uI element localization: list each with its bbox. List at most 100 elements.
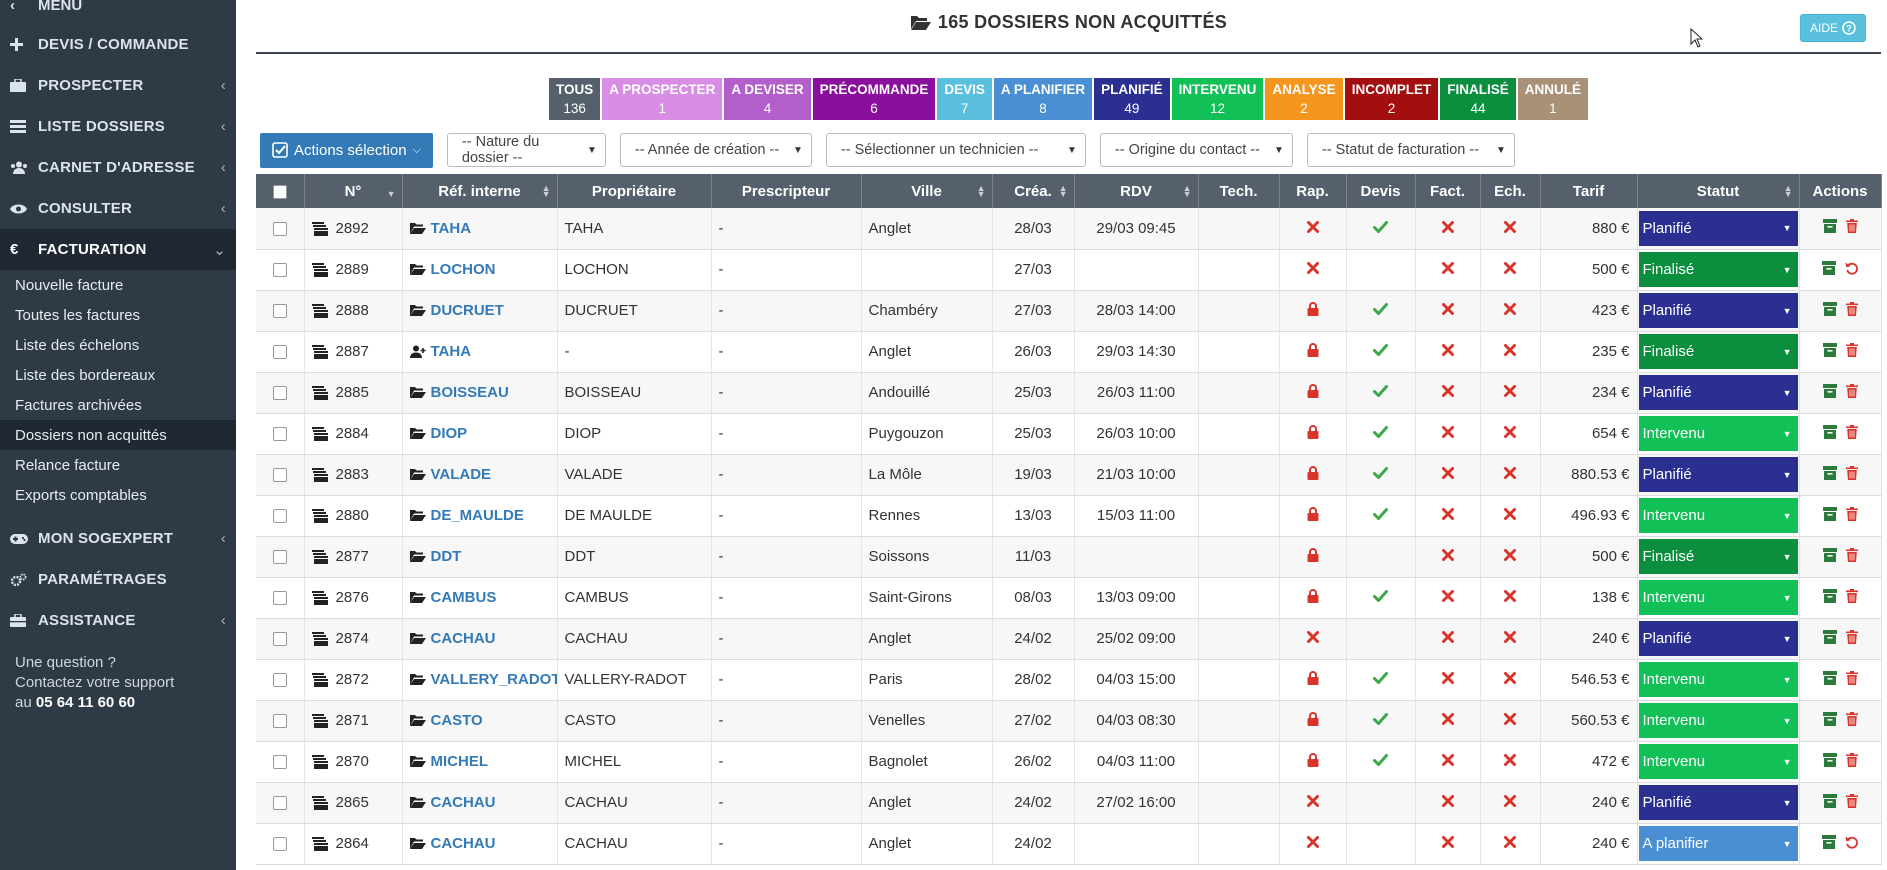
fact-cell[interactable] [1415,495,1481,537]
row-checkbox[interactable] [272,591,287,606]
undo-button[interactable] [1845,261,1859,279]
filter-tab-annule[interactable]: ANNULÉ 1 [1517,78,1588,120]
delete-button[interactable] [1845,547,1858,566]
ref-cell[interactable]: CAMBUS [402,577,558,619]
devis-cell[interactable] [1346,741,1416,783]
row-checkbox[interactable] [272,263,287,278]
filter-tab-a-prospecter[interactable]: A PROSPECTER 1 [602,78,723,120]
status-select[interactable]: Intervenu ▼ [1638,498,1798,533]
column-header-rdv[interactable]: RDV ▲ ▼ [1074,174,1199,208]
ech-cell[interactable] [1480,331,1541,373]
table-row[interactable]: 2865 CACHAU CACHAU - Anglet 24/02 27/02 16:00 2… [256,782,1882,824]
row-checkbox[interactable] [272,386,287,401]
delete-button[interactable] [1845,506,1858,525]
table-row[interactable]: 2885 BOISSEAU BOISSEAU - Andouillé 25/03 26/03… [256,372,1882,414]
filter-tab-finalise[interactable]: FINALISÉ 44 [1440,78,1516,120]
filter-tab-a-deviser[interactable]: A DEVISER 4 [724,78,811,120]
archive-button[interactable] [1822,793,1837,812]
ref-cell[interactable]: DE_MAULDE [402,495,558,537]
archive-button[interactable] [1821,834,1836,853]
aide-button[interactable]: AIDE ? [1799,14,1866,42]
rap-cell[interactable] [1279,249,1347,291]
archive-button[interactable] [1822,383,1837,402]
ech-cell[interactable] [1480,536,1541,578]
table-row[interactable]: 2872 VALLERY_RADOT VALLERY-RADOT - Paris 28/0… [256,659,1882,701]
devis-cell[interactable] [1346,413,1416,455]
status-select[interactable]: Intervenu ▼ [1638,662,1798,697]
status-select[interactable]: Intervenu ▼ [1638,703,1798,738]
ref-link[interactable]: DUCRUET [431,302,504,319]
sidebar-item-assistance[interactable]: ASSISTANCE ‹ [0,600,236,641]
rap-cell[interactable] [1279,372,1347,414]
column-header-n[interactable]: N° ▼ [304,174,403,208]
table-row[interactable]: 2883 VALADE VALADE - La Môle 19/03 21/03 10:00… [256,454,1882,496]
status-select[interactable]: Planifié ▼ [1638,785,1798,820]
archive-button[interactable] [1822,629,1837,648]
column-header-ref-interne[interactable]: Réf. interne ▲ ▼ [402,174,558,208]
delete-button[interactable] [1845,793,1858,812]
column-header-devis[interactable]: Devis [1346,174,1416,208]
fact-cell[interactable] [1415,782,1481,824]
ref-cell[interactable]: TAHA [402,208,558,250]
table-row[interactable]: 2888 DUCRUET DUCRUET - Chambéry 27/03 28/03 14… [256,290,1882,332]
fact-cell[interactable] [1415,454,1481,496]
archive-button[interactable] [1822,219,1837,237]
devis-cell[interactable] [1346,700,1416,742]
ech-cell[interactable] [1480,659,1541,701]
status-select[interactable]: Planifié ▼ [1638,293,1798,328]
submenu-item-toutes-les-factures[interactable]: Toutes les factures [0,300,236,330]
status-select[interactable]: Finalisé ▼ [1638,334,1798,369]
column-header-proprietaire[interactable]: Propriétaire [557,174,712,208]
ref-link[interactable]: DE_MAULDE [431,507,524,524]
fact-cell[interactable] [1415,741,1481,783]
status-select[interactable]: Intervenu ▼ [1638,744,1798,779]
sidebar-item-consulter[interactable]: CONSULTER ‹ [0,188,236,229]
sidebar-item-parametrages[interactable]: PARAMÉTRAGES [0,559,236,600]
rap-cell[interactable] [1279,659,1347,701]
ref-cell[interactable]: CASTO [402,700,558,742]
ref-link[interactable]: TAHA [431,220,472,237]
status-select[interactable]: Planifié ▼ [1638,457,1798,492]
column-header-prescripteur[interactable]: Prescripteur [711,174,862,208]
status-select[interactable]: Planifié ▼ [1638,210,1798,246]
fact-cell[interactable] [1415,331,1481,373]
ref-cell[interactable]: VALADE [402,454,558,496]
ech-cell[interactable] [1480,823,1541,865]
delete-button[interactable] [1845,670,1858,689]
ref-link[interactable]: DIOP [431,425,468,442]
rap-cell[interactable] [1279,536,1347,578]
fact-cell[interactable] [1415,372,1481,414]
status-select[interactable]: Finalisé ▼ [1638,252,1798,287]
ref-link[interactable]: VALADE [431,466,492,483]
table-row[interactable]: 2889 LOCHON LOCHON - 27/03 500 € Finalisé ▼ [256,249,1882,291]
ref-cell[interactable]: DDT [402,536,558,578]
delete-button[interactable] [1845,752,1858,771]
submenu-item-liste-des-echelons[interactable]: Liste des échelons [0,330,236,360]
ech-cell[interactable] [1480,249,1541,291]
submenu-item-dossiers-non-acquittes[interactable]: Dossiers non acquittés [0,420,236,450]
delete-button[interactable] [1845,588,1858,607]
ech-cell[interactable] [1480,700,1541,742]
rap-cell[interactable] [1279,700,1347,742]
table-row[interactable]: 2874 CACHAU CACHAU - Anglet 24/02 25/02 09:00 2… [256,618,1882,660]
table-row[interactable]: 2884 DIOP DIOP - Puygouzon 25/03 26/03 10:00 65… [256,413,1882,455]
delete-button[interactable] [1845,342,1858,361]
column-header-tech[interactable]: Tech. [1198,174,1280,208]
ech-cell[interactable] [1480,495,1541,537]
status-select[interactable]: Intervenu ▼ [1638,416,1798,451]
technicien-select[interactable]: -- Sélectionner un technicien -- ▼ [825,133,1086,167]
row-checkbox[interactable] [272,304,287,319]
row-checkbox[interactable] [272,468,287,483]
sidebar-menu-header[interactable]: ‹ MENU [0,0,236,14]
ech-cell[interactable] [1480,413,1541,455]
filter-tab-devis[interactable]: DEVIS 7 [937,78,992,120]
sidebar-item-devis-commande[interactable]: DEVIS / COMMANDE [0,24,236,65]
row-checkbox[interactable] [272,550,287,565]
delete-button[interactable] [1845,219,1858,237]
row-checkbox[interactable] [272,837,287,852]
sidebar-item-carnet-d-adresse[interactable]: CARNET D'ADRESSE ‹ [0,147,236,188]
undo-button[interactable] [1845,835,1859,853]
status-select[interactable]: Intervenu ▼ [1638,580,1798,615]
devis-cell[interactable] [1346,454,1416,496]
column-header-rap[interactable]: Rap. [1279,174,1347,208]
